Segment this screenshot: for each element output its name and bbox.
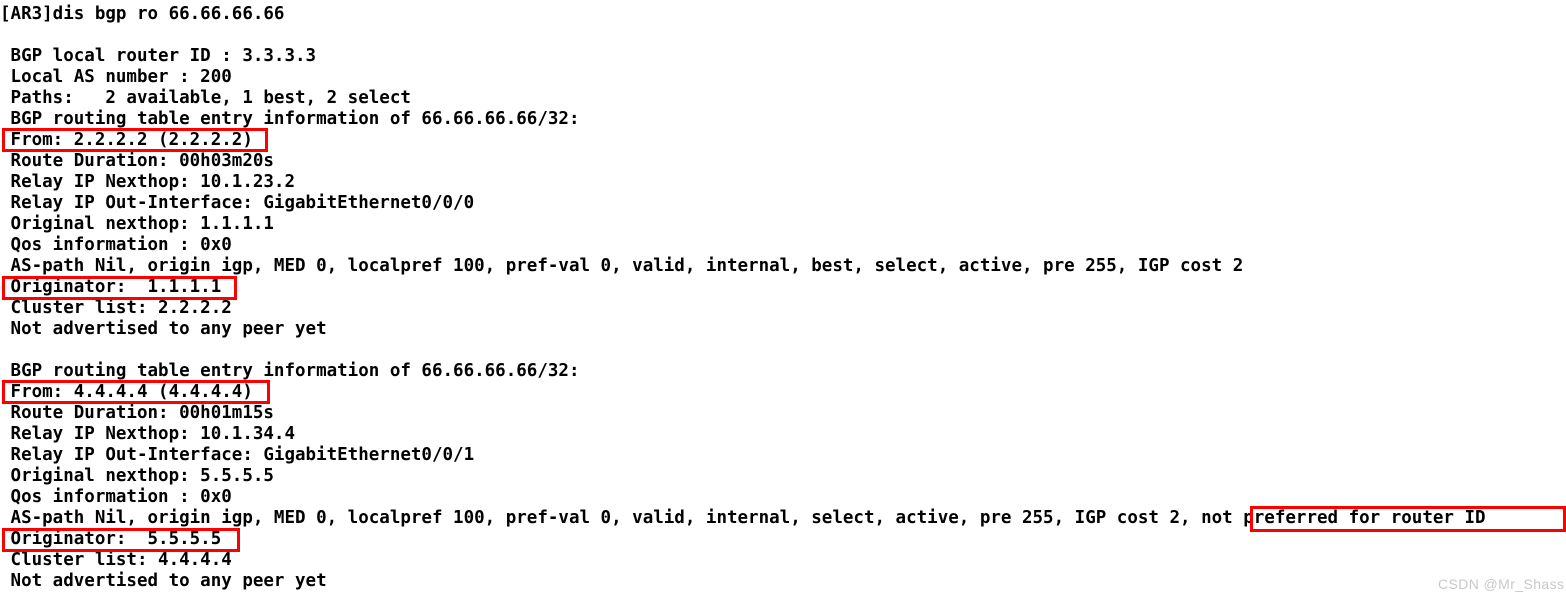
terminal-line: AS-path Nil, origin igp, MED 0, localpre… xyxy=(0,508,1486,528)
terminal-line: BGP routing table entry information of 6… xyxy=(0,361,580,381)
terminal-line: Not advertised to any peer yet xyxy=(0,571,327,591)
terminal-line: Originator: 1.1.1.1 xyxy=(0,277,222,297)
terminal-line: BGP routing table entry information of 6… xyxy=(0,109,580,129)
csdn-watermark: CSDN @Mr_Shass xyxy=(1438,576,1565,592)
terminal-line: Paths: 2 available, 1 best, 2 select xyxy=(0,88,411,108)
terminal-line: Relay IP Out-Interface: GigabitEthernet0… xyxy=(0,445,475,465)
terminal-line: Relay IP Nexthop: 10.1.23.2 xyxy=(0,172,296,192)
terminal-line: Originator: 5.5.5.5 xyxy=(0,529,222,549)
terminal-line: Original nexthop: 1.1.1.1 xyxy=(0,214,274,234)
terminal-line: Qos information : 0x0 xyxy=(0,235,232,255)
terminal-line: Relay IP Out-Interface: GigabitEthernet0… xyxy=(0,193,475,213)
terminal-line: [AR3]dis bgp ro 66.66.66.66 xyxy=(0,4,285,24)
terminal-line: AS-path Nil, origin igp, MED 0, localpre… xyxy=(0,256,1244,276)
terminal-line: From: 2.2.2.2 (2.2.2.2) xyxy=(0,130,253,150)
terminal-line: Relay IP Nexthop: 10.1.34.4 xyxy=(0,424,296,444)
terminal-line: Cluster list: 2.2.2.2 xyxy=(0,298,232,318)
terminal-line: Route Duration: 00h01m15s xyxy=(0,403,274,423)
terminal-output-pane[interactable]: [AR3]dis bgp ro 66.66.66.66 BGP local ro… xyxy=(0,0,1566,599)
terminal-line: Not advertised to any peer yet xyxy=(0,319,327,339)
terminal-line: Qos information : 0x0 xyxy=(0,487,232,507)
terminal-line: From: 4.4.4.4 (4.4.4.4) xyxy=(0,382,253,402)
terminal-line: Local AS number : 200 xyxy=(0,67,232,87)
terminal-line: Original nexthop: 5.5.5.5 xyxy=(0,466,274,486)
terminal-line: BGP local router ID : 3.3.3.3 xyxy=(0,46,317,66)
terminal-line: Cluster list: 4.4.4.4 xyxy=(0,550,232,570)
terminal-line: Route Duration: 00h03m20s xyxy=(0,151,274,171)
